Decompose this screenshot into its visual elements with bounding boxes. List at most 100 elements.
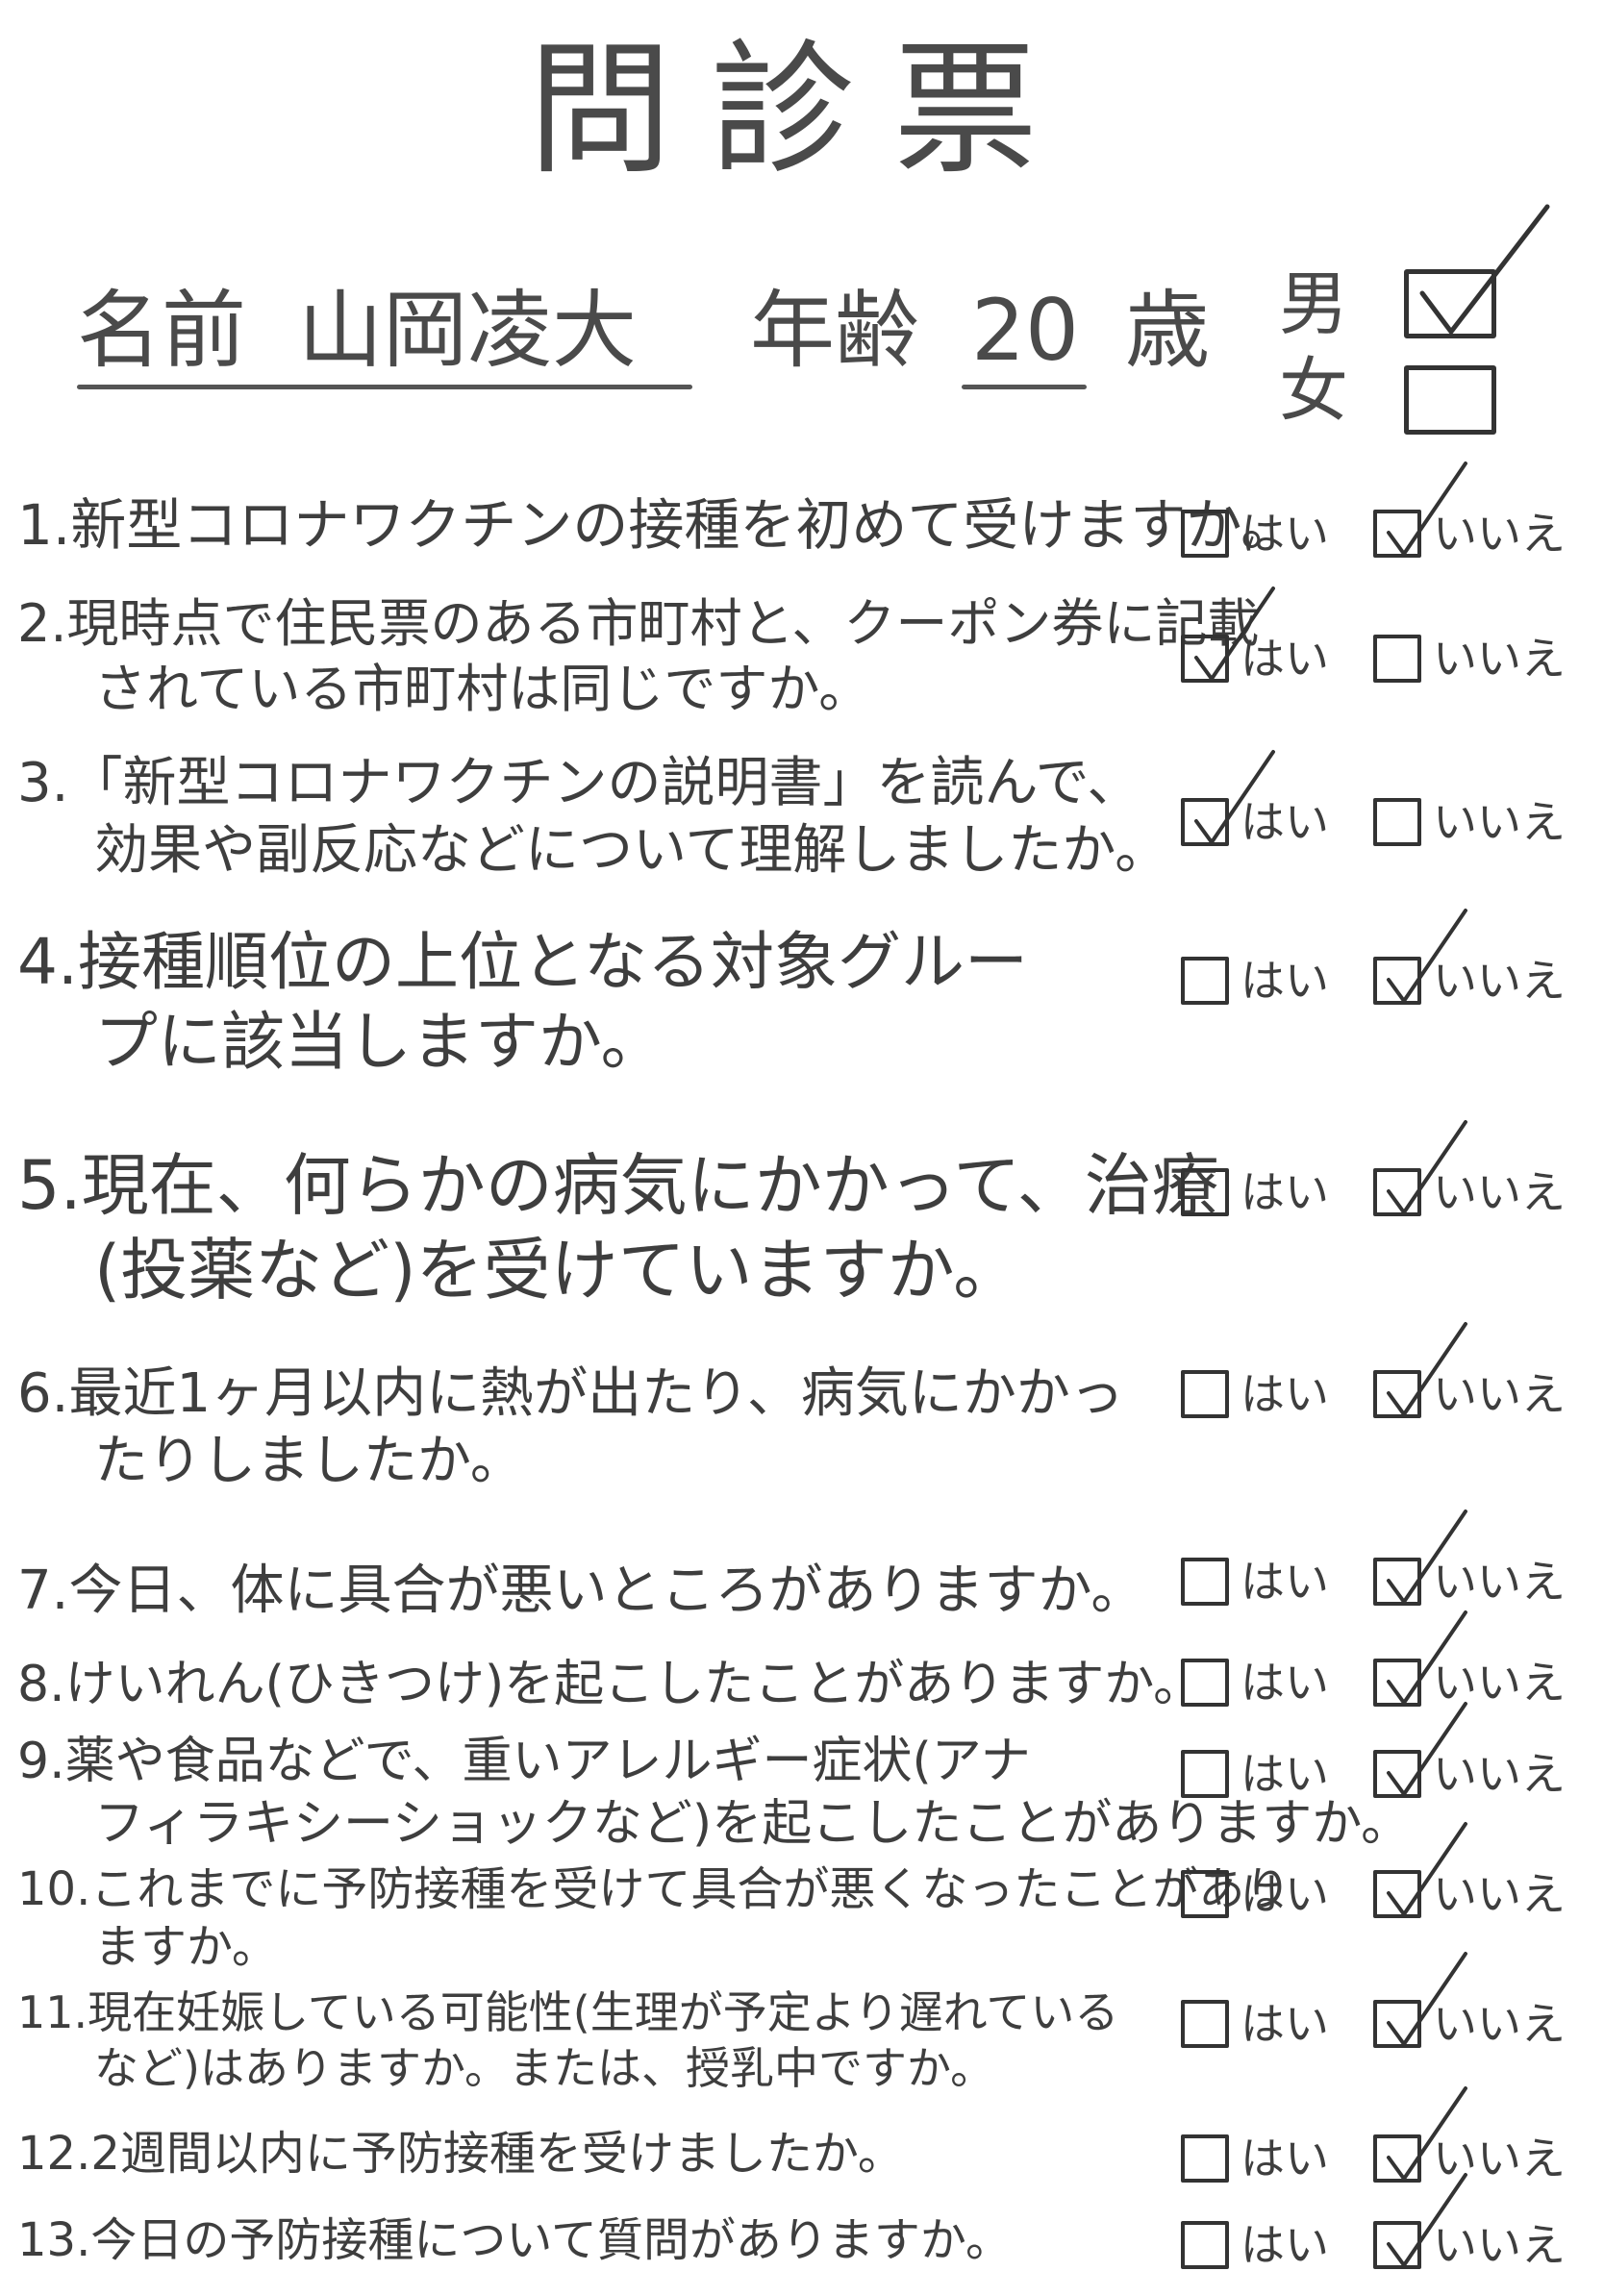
question-text-line1: 13.今日の予防接種について質問がありますか。 [17, 2213, 1012, 2267]
question-text-line2: フィラキシーショックなど)を起こしたことがありますか。 [94, 1795, 1412, 1853]
yes-checkbox[interactable] [1181, 957, 1229, 1005]
yes-checkbox[interactable] [1181, 1558, 1229, 1606]
no-checkbox[interactable] [1373, 1822, 1467, 1918]
question-5: 5.現在、何らかの病気にかかって、治療 (投薬など)を受けていますか。 [17, 1144, 1219, 1312]
question-text: 2週間以内に予防接種を受けましたか。 [90, 2127, 904, 2181]
gender-male-checkbox[interactable] [1404, 204, 1550, 338]
name-label: 名前 [77, 281, 247, 380]
no-checkbox[interactable] [1373, 1322, 1467, 1418]
question-text: 新型コロナワクチンの接種を初めて受けますか。 [70, 492, 1297, 558]
no-checkbox[interactable] [1373, 1952, 1467, 2048]
question-text-line1: 10.これまでに予防接種を受けて具合が悪くなったことがあり [17, 1862, 1291, 1916]
yes-label: はい [1241, 1748, 1329, 1800]
yes-label: はい [1241, 1657, 1329, 1709]
question-text: 現在、何らかの病気にかかって、治療 [81, 1146, 1219, 1225]
question-10: 10.これまでに予防接種を受けて具合が悪くなったことがあり ますか。 [17, 1860, 1291, 1976]
no-label: いいえ [1433, 1868, 1566, 1920]
yes-label: はい [1241, 1998, 1329, 2050]
question-3: 3.「新型コロナワクチンの説明書」を読んで、 効果や副反応などについて理解しました… [17, 750, 1169, 885]
yes-label: はい [1241, 796, 1329, 848]
question-12: 12.2週間以内に予防接種を受けましたか。 [17, 2125, 1152, 2183]
yes-checkbox[interactable] [1181, 1370, 1229, 1418]
question-text-line2: 効果や副反応などについて理解しましたか。 [94, 819, 1169, 882]
no-label: いいえ [1433, 1748, 1566, 1800]
question-4: 4.接種順位の上位となる対象グルー プに該当しますか。 [17, 923, 1152, 1082]
patient-header: 名前 山岡凌大 年齢 20 歳 男 女 [77, 204, 1550, 435]
yes-checkbox[interactable] [1181, 2000, 1229, 2048]
yes-checkbox[interactable] [1181, 1750, 1229, 1798]
question-number: 5. [17, 1146, 82, 1225]
no-label: いいえ [1433, 508, 1566, 560]
question-13: 13.今日の予防接種について質問がありますか。 [17, 2211, 1152, 2269]
no-checkbox[interactable] [1373, 798, 1421, 846]
gender-male-label: 男 [1279, 263, 1349, 344]
yes-checkbox[interactable] [1181, 1870, 1229, 1918]
question-text-line1: 7.今日、体に具合が悪いところがありますか。 [17, 1560, 1144, 1622]
question-text-line2: など)はありますか。または、授乳中ですか。 [94, 2041, 995, 2094]
answer-options-10: はい いいえ [1181, 1822, 1594, 1937]
question-text: 接種順位の上位となる対象グルー [77, 925, 1029, 999]
no-checkbox[interactable] [1373, 635, 1421, 683]
question-number: 8. [17, 1656, 65, 1713]
question-number: 11. [17, 1986, 88, 2038]
no-checkbox[interactable] [1373, 909, 1467, 1005]
age-unit: 歳 [1125, 281, 1211, 380]
question-number: 7. [17, 1560, 69, 1622]
age-value: 20 [971, 281, 1079, 380]
age-label: 年齢 [750, 281, 920, 380]
question-text: 今日の予防接種について質問がありますか。 [90, 2213, 1012, 2267]
question-text: 今日、体に具合が悪いところがありますか。 [68, 1560, 1145, 1622]
yes-checkbox[interactable] [1181, 2221, 1229, 2269]
question-11: 11.現在妊娠している可能性(生理が予定より遅れている など)はありますか。または… [17, 1985, 1152, 2096]
yes-checkbox[interactable] [1181, 750, 1275, 846]
yes-label: はい [1241, 2133, 1329, 2184]
question-8: 8.けいれん(ひきつけ)を起こしたことがありますか。 [17, 1654, 1203, 1716]
gender-female-checkbox[interactable] [1404, 365, 1496, 435]
yes-label: はい [1241, 1556, 1329, 1608]
question-text-line1: 2.現時点で住民票のある市町村と、クーポン券に記載 [17, 593, 1259, 654]
no-checkbox[interactable] [1373, 462, 1467, 558]
question-number: 13. [17, 2213, 91, 2267]
question-text-line1: 5.現在、何らかの病気にかかって、治療 [17, 1146, 1219, 1225]
no-checkbox[interactable] [1373, 1702, 1467, 1798]
question-text: けいれん(ひきつけ)を起こしたことがありますか。 [64, 1656, 1204, 1713]
question-text-line1: 8.けいれん(ひきつけ)を起こしたことがありますか。 [17, 1656, 1203, 1713]
yes-checkbox[interactable] [1181, 2134, 1229, 2183]
no-label: いいえ [1433, 1368, 1566, 1420]
yes-checkbox[interactable] [1181, 1168, 1229, 1216]
page-title: 問診票 [527, 27, 1076, 194]
question-text: 現在妊娠している可能性(生理が予定より遅れている [88, 1986, 1119, 2038]
question-6: 6.最近1ヶ月以内に熱が出たり、病気にかかっ たりしましたか。 [17, 1360, 1152, 1495]
question-text-line1: 1.新型コロナワクチンの接種を初めて受けますか。 [17, 492, 1296, 558]
yes-checkbox[interactable] [1181, 1659, 1229, 1707]
question-text-line2: プに該当しますか。 [94, 1004, 664, 1079]
no-label: いいえ [1433, 1556, 1566, 1608]
yes-label: はい [1241, 508, 1329, 560]
no-label: いいえ [1433, 796, 1566, 848]
question-text: 最近1ヶ月以内に熱が出たり、病気にかかっ [68, 1362, 1124, 1425]
yes-checkbox[interactable] [1181, 510, 1229, 558]
question-text-line1: 9.薬や食品などで、重いアレルギー症状(アナ [17, 1733, 1031, 1790]
no-checkbox[interactable] [1373, 2173, 1467, 2269]
no-checkbox[interactable] [1373, 1510, 1467, 1606]
question-text-line1: 11.現在妊娠している可能性(生理が予定より遅れている [17, 1986, 1118, 2038]
answer-options-11: はい いいえ [1181, 1952, 1594, 2067]
age-underline [962, 385, 1087, 389]
answer-options-6: はい いいえ [1181, 1322, 1594, 1437]
yes-label: はい [1241, 633, 1329, 685]
no-label: いいえ [1433, 1166, 1566, 1218]
no-checkbox[interactable] [1373, 1120, 1467, 1216]
answer-options-4: はい いいえ [1181, 909, 1594, 1024]
no-label: いいえ [1433, 2219, 1566, 2271]
question-text-line2: されている市町村は同じですか。 [94, 658, 871, 719]
question-number: 3. [17, 752, 69, 814]
yes-label: はい [1241, 1368, 1329, 1420]
answer-options-3: はい いいえ [1181, 750, 1594, 865]
no-label: いいえ [1433, 1998, 1566, 2050]
yes-label: はい [1241, 1166, 1329, 1218]
question-9: 9.薬や食品などで、重いアレルギー症状(アナ フィラキシーショックなど)を起こした… [17, 1731, 1412, 1856]
question-text-line1: 6.最近1ヶ月以内に熱が出たり、病気にかかっ [17, 1362, 1124, 1425]
yes-label: はい [1241, 955, 1329, 1007]
name-underline [77, 385, 692, 389]
yes-checkbox[interactable] [1181, 586, 1275, 683]
